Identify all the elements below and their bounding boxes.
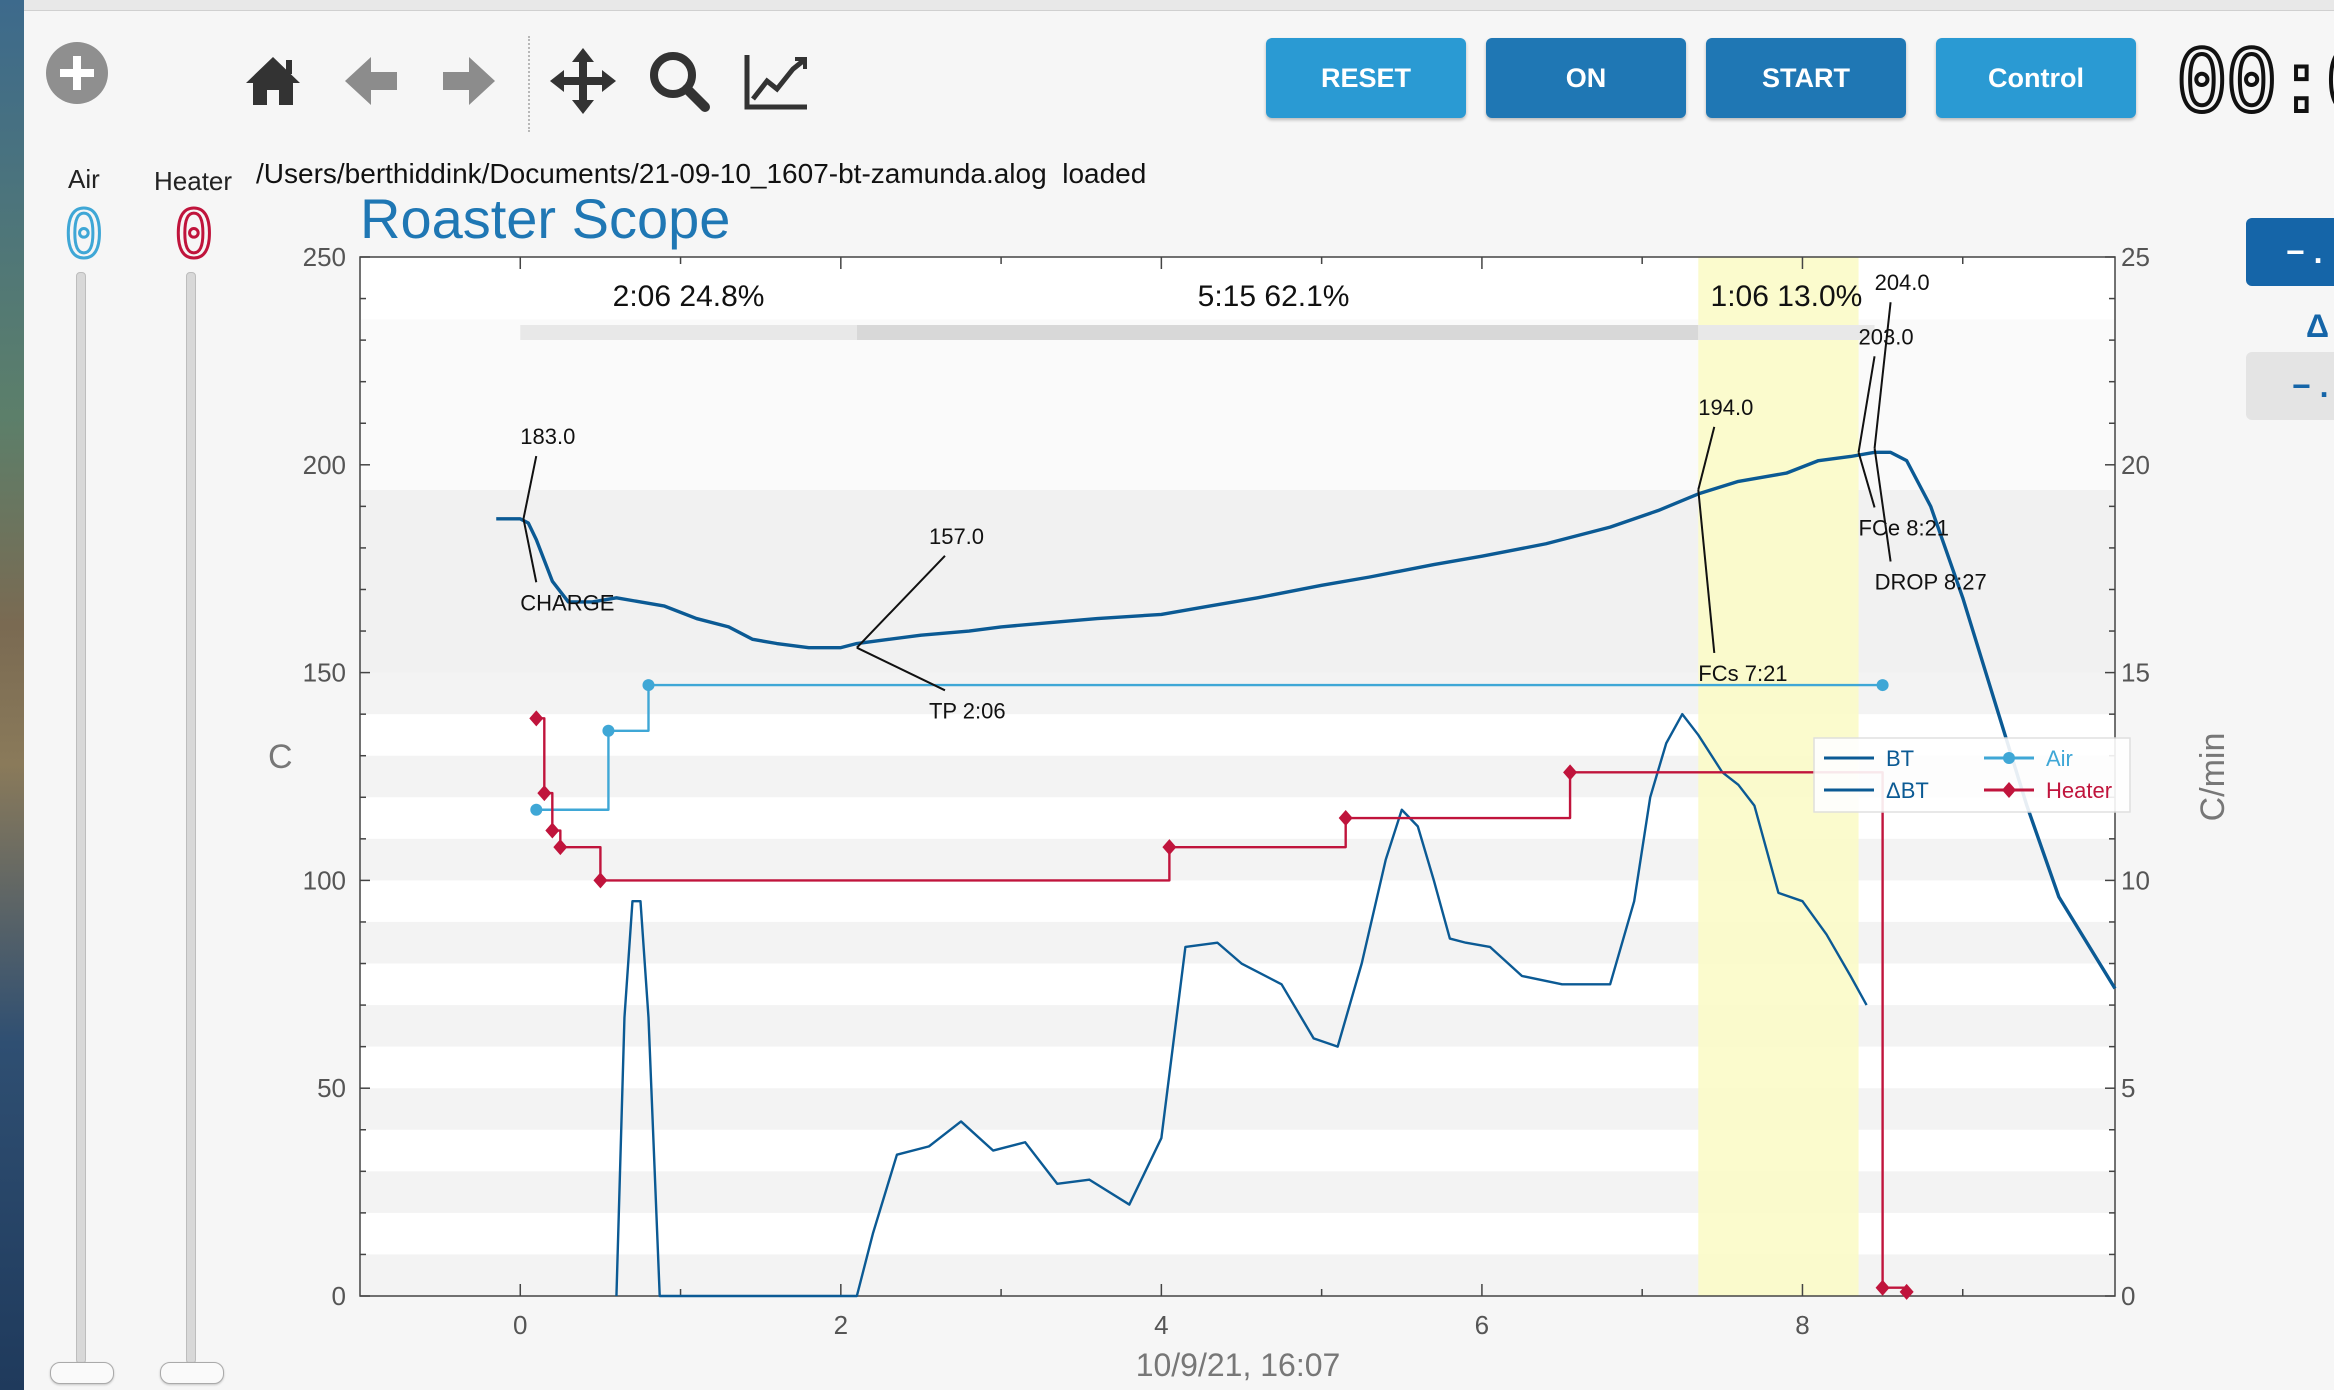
y2-tick-label: 15: [2121, 658, 2150, 688]
phase-bar: [520, 325, 857, 340]
air-point: [642, 679, 655, 692]
air-point: [530, 803, 543, 816]
y-tick-label: 0: [332, 1281, 346, 1311]
x-tick-label: 4: [1154, 1310, 1168, 1340]
x-tick-label: 8: [1795, 1310, 1809, 1340]
roast-chart[interactable]: 2:06 24.8% 5:15 62.1% 1:06 13.0%0501001502…: [24, 0, 2334, 1390]
y-tick-label: 150: [303, 658, 346, 688]
x-tick-label: 6: [1475, 1310, 1489, 1340]
y2-axis-label: C/min: [2194, 733, 2232, 822]
annotation-label: FCe 8:21: [1859, 515, 1950, 540]
y2-tick-label: 10: [2121, 865, 2150, 895]
x-tick-label: 2: [834, 1310, 848, 1340]
annotation-label: CHARGE: [520, 590, 614, 615]
y2-tick-label: 0: [2121, 1281, 2135, 1311]
y2-tick-label: 5: [2121, 1073, 2135, 1103]
y-tick-label: 200: [303, 450, 346, 480]
x-axis-label: 10/9/21, 16:07: [1136, 1347, 1341, 1383]
annotation-label: 194.0: [1698, 395, 1753, 420]
annotation-label: DROP 8:27: [1875, 569, 1987, 594]
annotation-label: TP 2:06: [929, 698, 1006, 723]
y-tick-label: 50: [317, 1073, 346, 1103]
y-tick-label: 250: [303, 242, 346, 272]
legend-label: BT: [1886, 746, 1914, 771]
phase-bar: [856, 325, 1699, 340]
legend-marker: [2003, 752, 2015, 764]
legend-label: Air: [2046, 746, 2073, 771]
legend-label: ΔBT: [1886, 778, 1929, 803]
y-tick-label: 100: [303, 865, 346, 895]
legend-label: Heater: [2046, 778, 2112, 803]
annotation-label: FCs 7:21: [1698, 661, 1787, 686]
annotation-label: 183.0: [520, 424, 575, 449]
air-point: [1876, 679, 1889, 692]
chart-title: Roaster Scope: [360, 187, 730, 250]
air-point: [602, 724, 615, 737]
y2-tick-label: 20: [2121, 450, 2150, 480]
y2-tick-label: 25: [2121, 242, 2150, 272]
app-window: RESET ON START Control 00:0 Air Heater 0…: [24, 0, 2334, 1390]
y-axis-label: C: [268, 738, 293, 776]
desktop-background: [0, 0, 24, 1390]
annotation-label: 203.0: [1859, 324, 1914, 349]
phase-label: 2:06 24.8%: [613, 280, 765, 313]
phase-bar: [1698, 325, 1875, 340]
phase-label: 5:15 62.1%: [1198, 280, 1350, 313]
x-tick-label: 0: [513, 1310, 527, 1340]
phase-label: 1:06 13.0%: [1711, 280, 1863, 313]
annotation-label: 157.0: [929, 524, 984, 549]
annotation-label: 204.0: [1875, 270, 1930, 295]
